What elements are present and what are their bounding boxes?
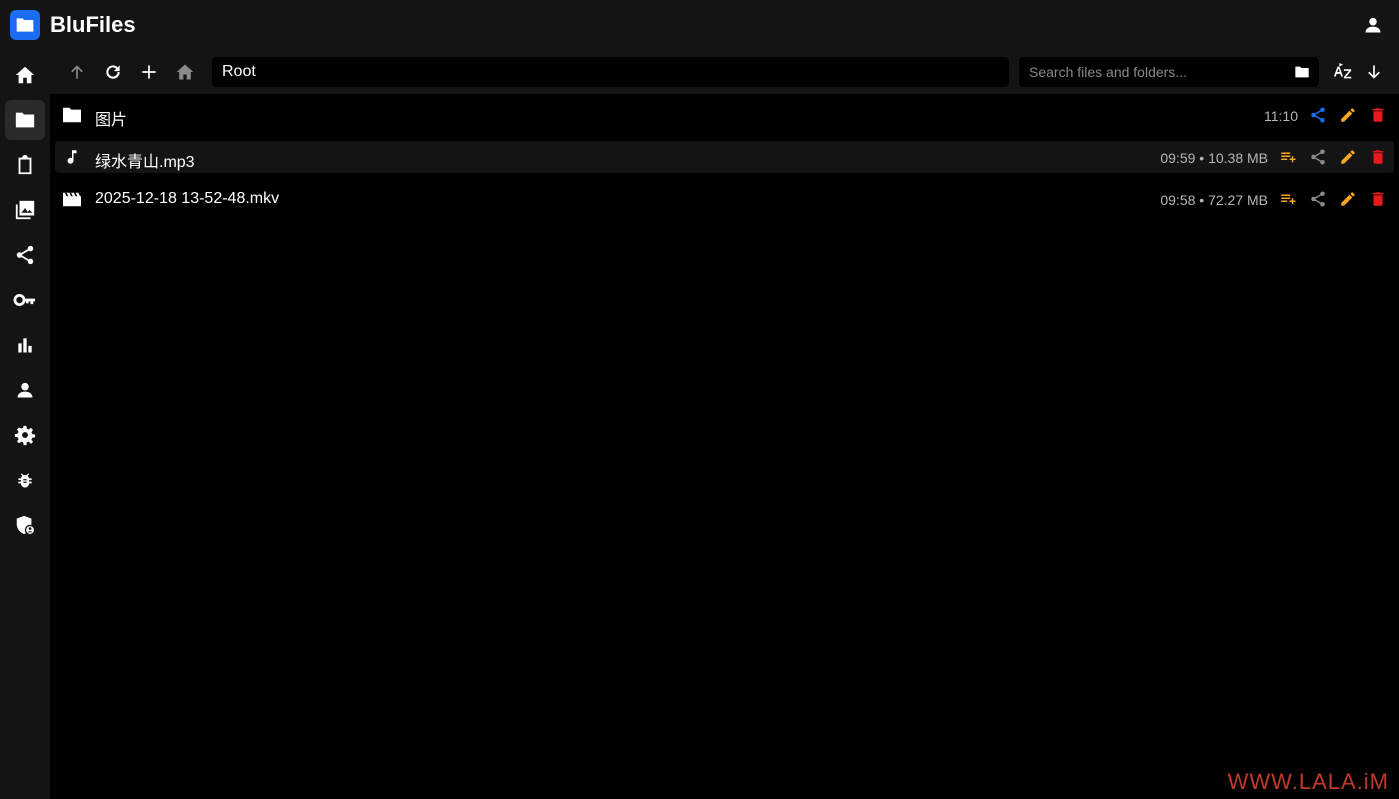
playlist-add-icon	[1281, 152, 1296, 163]
sidebar-item-files[interactable]	[5, 100, 45, 140]
sidebar-item-settings[interactable]	[5, 415, 45, 455]
add-icon	[142, 65, 156, 79]
key-icon	[13, 294, 36, 306]
file-meta: 09:58 • 72.27 MB	[1160, 192, 1268, 208]
sidebar-item-users[interactable]	[5, 370, 45, 410]
sidebar-item-clipboard[interactable]	[5, 145, 45, 185]
person-icon	[17, 382, 33, 398]
file-row[interactable]: 绿水青山.mp3 09:59 • 10.38 MB	[55, 141, 1394, 173]
settings-icon	[14, 425, 36, 446]
search-input[interactable]	[1019, 57, 1281, 87]
folder-icon	[1295, 66, 1309, 78]
share-button[interactable]	[1308, 105, 1328, 125]
trash-icon	[1372, 108, 1384, 122]
arrow-up-icon	[71, 65, 83, 79]
delete-button[interactable]	[1368, 189, 1388, 209]
admin-shield-icon	[16, 515, 36, 536]
search-scope-button[interactable]	[1293, 63, 1311, 81]
watermark: WWW.LALA.iM	[1227, 769, 1389, 794]
edit-button[interactable]	[1338, 189, 1358, 209]
sort-button[interactable]	[1331, 60, 1355, 84]
clipboard-icon	[18, 154, 32, 175]
pencil-icon	[1341, 108, 1355, 122]
home-icon	[15, 66, 35, 84]
delete-button[interactable]	[1368, 105, 1388, 125]
music-note-icon	[61, 146, 83, 168]
sidebar-item-debug[interactable]	[5, 460, 45, 500]
bar-chart-icon	[18, 338, 32, 353]
share-icon	[1311, 107, 1325, 123]
share-button[interactable]	[1308, 189, 1328, 209]
sidebar-item-admin[interactable]	[5, 505, 45, 545]
sidebar-item-stats[interactable]	[5, 325, 45, 365]
sidebar-item-gallery[interactable]	[5, 190, 45, 230]
add-to-playlist-button[interactable]	[1278, 147, 1298, 167]
edit-button[interactable]	[1338, 105, 1358, 125]
file-list: 图片 11:10 绿水青山.mp3 09:59 • 10.38 MB 2025-…	[50, 94, 1399, 799]
path-text: Root	[222, 63, 256, 80]
path-input[interactable]: Root	[212, 57, 1009, 87]
add-to-playlist-button[interactable]	[1278, 189, 1298, 209]
sort-az-icon	[1333, 62, 1352, 79]
search-container	[1019, 57, 1319, 87]
folder-icon	[61, 104, 83, 126]
file-name: 2025-12-18 13-52-48.mkv	[95, 190, 280, 207]
movie-icon	[61, 188, 83, 210]
app-title: BluFiles	[50, 12, 136, 37]
refresh-icon	[106, 65, 120, 79]
share-icon	[1311, 149, 1325, 165]
photo-library-icon	[15, 200, 35, 220]
trash-icon	[1372, 192, 1384, 206]
bug-icon	[18, 473, 32, 488]
home-button[interactable]	[173, 60, 197, 84]
file-meta: 11:10	[1264, 108, 1298, 124]
trash-icon	[1372, 150, 1384, 164]
sort-order-button[interactable]	[1362, 60, 1386, 84]
delete-button[interactable]	[1368, 147, 1388, 167]
folder-logo-icon	[16, 18, 34, 32]
file-name: 图片	[95, 112, 128, 129]
sidebar	[0, 50, 50, 799]
folder-icon	[15, 112, 35, 128]
file-name: 绿水青山.mp3	[95, 154, 195, 171]
share-icon	[1311, 191, 1325, 207]
file-row[interactable]: 图片 11:10	[55, 99, 1394, 131]
share-icon	[16, 245, 34, 265]
file-meta: 09:59 • 10.38 MB	[1160, 150, 1268, 166]
arrow-down-icon	[1368, 65, 1380, 79]
top-bar: BluFiles	[0, 0, 1399, 50]
app-logo[interactable]	[10, 10, 40, 40]
sidebar-item-keys[interactable]	[5, 280, 45, 320]
refresh-button[interactable]	[101, 60, 125, 84]
go-up-button[interactable]	[65, 60, 89, 84]
share-button[interactable]	[1308, 147, 1328, 167]
account-button[interactable]	[1361, 13, 1385, 37]
toolbar: Root	[50, 50, 1399, 94]
file-row[interactable]: 2025-12-18 13-52-48.mkv 09:58 • 72.27 MB	[55, 183, 1394, 215]
new-item-button[interactable]	[137, 60, 161, 84]
home-icon	[176, 64, 194, 80]
playlist-add-icon	[1281, 194, 1296, 205]
pencil-icon	[1341, 192, 1355, 206]
sidebar-item-shares[interactable]	[5, 235, 45, 275]
sidebar-item-home[interactable]	[5, 55, 45, 95]
edit-button[interactable]	[1338, 147, 1358, 167]
pencil-icon	[1341, 150, 1355, 164]
account-icon	[1365, 17, 1381, 33]
